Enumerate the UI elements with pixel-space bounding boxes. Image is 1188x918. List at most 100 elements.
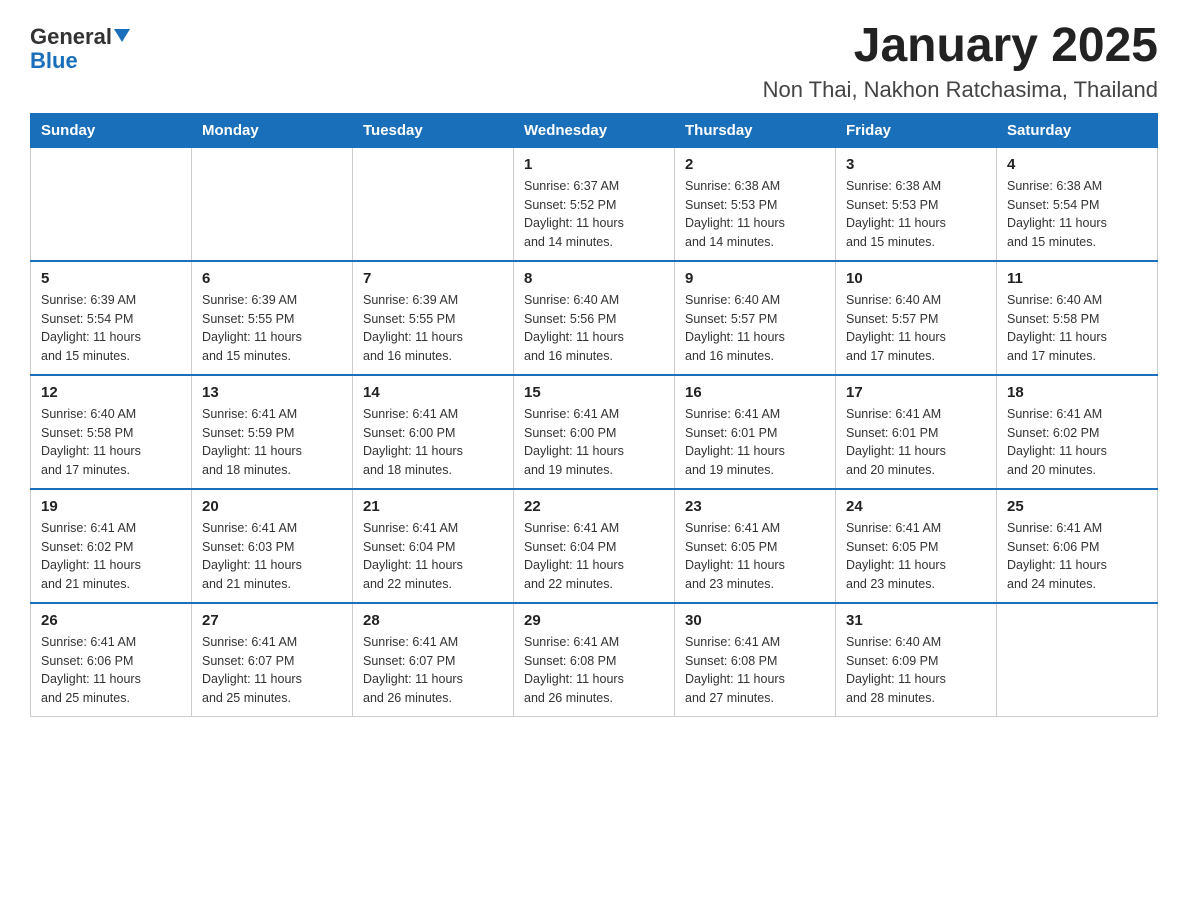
calendar-cell: 28 Sunrise: 6:41 AMSunset: 6:07 PMDayligh… [353,603,514,717]
day-number: 21 [363,498,503,515]
day-number: 14 [363,384,503,401]
calendar-cell: 18 Sunrise: 6:41 AMSunset: 6:02 PMDayligh… [997,375,1158,489]
calendar-cell [997,603,1158,717]
day-info: Sunrise: 6:41 AMSunset: 6:02 PMDaylight:… [1007,405,1147,480]
calendar-header-thursday: Thursday [675,113,836,147]
calendar-cell: 5 Sunrise: 6:39 AMSunset: 5:54 PMDaylight… [31,261,192,375]
page-header: General Blue January 2025 Non Thai, Nakh… [30,20,1158,103]
calendar-cell: 1 Sunrise: 6:37 AMSunset: 5:52 PMDaylight… [514,147,675,261]
day-number: 24 [846,498,986,515]
calendar-cell: 2 Sunrise: 6:38 AMSunset: 5:53 PMDaylight… [675,147,836,261]
day-number: 17 [846,384,986,401]
calendar-cell: 10 Sunrise: 6:40 AMSunset: 5:57 PMDayligh… [836,261,997,375]
calendar-header-sunday: Sunday [31,113,192,147]
day-number: 19 [41,498,181,515]
location-title: Non Thai, Nakhon Ratchasima, Thailand [763,77,1158,103]
calendar-cell: 16 Sunrise: 6:41 AMSunset: 6:01 PMDayligh… [675,375,836,489]
day-number: 25 [1007,498,1147,515]
day-info: Sunrise: 6:41 AMSunset: 6:00 PMDaylight:… [524,405,664,480]
day-info: Sunrise: 6:41 AMSunset: 6:07 PMDaylight:… [202,633,342,708]
day-number: 5 [41,270,181,287]
calendar-week-row: 19Sunrise: 6:41 AMSunset: 6:02 PMDayligh… [31,489,1158,603]
calendar-header-wednesday: Wednesday [514,113,675,147]
logo-general-text: General [30,25,112,49]
day-number: 20 [202,498,342,515]
calendar-cell [31,147,192,261]
calendar-cell: 15Sunrise: 6:41 AMSunset: 6:00 PMDayligh… [514,375,675,489]
day-number: 3 [846,156,986,173]
calendar-cell: 30 Sunrise: 6:41 AMSunset: 6:08 PMDayligh… [675,603,836,717]
day-info: Sunrise: 6:41 AMSunset: 6:05 PMDaylight:… [685,519,825,594]
day-info: Sunrise: 6:40 AMSunset: 6:09 PMDaylight:… [846,633,986,708]
day-number: 8 [524,270,664,287]
calendar-cell: 25Sunrise: 6:41 AMSunset: 6:06 PMDayligh… [997,489,1158,603]
month-title: January 2025 [763,20,1158,73]
day-info: Sunrise: 6:40 AMSunset: 5:56 PMDaylight:… [524,291,664,366]
calendar-table: SundayMondayTuesdayWednesdayThursdayFrid… [30,113,1158,717]
logo: General Blue [30,20,130,73]
day-info: Sunrise: 6:41 AMSunset: 6:08 PMDaylight:… [685,633,825,708]
day-info: Sunrise: 6:41 AMSunset: 6:07 PMDaylight:… [363,633,503,708]
day-number: 16 [685,384,825,401]
day-number: 22 [524,498,664,515]
calendar-cell: 13Sunrise: 6:41 AMSunset: 5:59 PMDayligh… [192,375,353,489]
calendar-week-row: 1 Sunrise: 6:37 AMSunset: 5:52 PMDaylight… [31,147,1158,261]
calendar-cell: 19Sunrise: 6:41 AMSunset: 6:02 PMDayligh… [31,489,192,603]
day-info: Sunrise: 6:38 AMSunset: 5:53 PMDaylight:… [685,177,825,252]
day-number: 30 [685,612,825,629]
calendar-week-row: 26Sunrise: 6:41 AMSunset: 6:06 PMDayligh… [31,603,1158,717]
day-info: Sunrise: 6:41 AMSunset: 6:01 PMDaylight:… [846,405,986,480]
calendar-cell: 23 Sunrise: 6:41 AMSunset: 6:05 PMDayligh… [675,489,836,603]
day-info: Sunrise: 6:40 AMSunset: 5:58 PMDaylight:… [1007,291,1147,366]
day-number: 1 [524,156,664,173]
day-info: Sunrise: 6:38 AMSunset: 5:53 PMDaylight:… [846,177,986,252]
calendar-cell: 17 Sunrise: 6:41 AMSunset: 6:01 PMDayligh… [836,375,997,489]
day-info: Sunrise: 6:41 AMSunset: 6:01 PMDaylight:… [685,405,825,480]
calendar-cell: 6Sunrise: 6:39 AMSunset: 5:55 PMDaylight… [192,261,353,375]
day-number: 27 [202,612,342,629]
calendar-week-row: 5 Sunrise: 6:39 AMSunset: 5:54 PMDaylight… [31,261,1158,375]
day-info: Sunrise: 6:41 AMSunset: 6:04 PMDaylight:… [524,519,664,594]
title-section: January 2025 Non Thai, Nakhon Ratchasima… [763,20,1158,103]
day-number: 23 [685,498,825,515]
calendar-cell: 20Sunrise: 6:41 AMSunset: 6:03 PMDayligh… [192,489,353,603]
day-number: 10 [846,270,986,287]
calendar-week-row: 12Sunrise: 6:40 AMSunset: 5:58 PMDayligh… [31,375,1158,489]
day-number: 18 [1007,384,1147,401]
calendar-cell [192,147,353,261]
day-number: 7 [363,270,503,287]
day-number: 29 [524,612,664,629]
day-info: Sunrise: 6:39 AMSunset: 5:55 PMDaylight:… [363,291,503,366]
calendar-header-monday: Monday [192,113,353,147]
day-number: 28 [363,612,503,629]
calendar-cell: 4Sunrise: 6:38 AMSunset: 5:54 PMDaylight… [997,147,1158,261]
day-number: 11 [1007,270,1147,287]
calendar-cell: 3 Sunrise: 6:38 AMSunset: 5:53 PMDaylight… [836,147,997,261]
day-number: 31 [846,612,986,629]
day-number: 4 [1007,156,1147,173]
day-number: 12 [41,384,181,401]
calendar-cell: 9 Sunrise: 6:40 AMSunset: 5:57 PMDaylight… [675,261,836,375]
calendar-cell: 31 Sunrise: 6:40 AMSunset: 6:09 PMDayligh… [836,603,997,717]
calendar-cell: 7 Sunrise: 6:39 AMSunset: 5:55 PMDaylight… [353,261,514,375]
calendar-cell: 27 Sunrise: 6:41 AMSunset: 6:07 PMDayligh… [192,603,353,717]
calendar-cell: 11 Sunrise: 6:40 AMSunset: 5:58 PMDayligh… [997,261,1158,375]
day-info: Sunrise: 6:41 AMSunset: 5:59 PMDaylight:… [202,405,342,480]
day-info: Sunrise: 6:40 AMSunset: 5:57 PMDaylight:… [685,291,825,366]
day-info: Sunrise: 6:39 AMSunset: 5:55 PMDaylight:… [202,291,342,366]
calendar-header-saturday: Saturday [997,113,1158,147]
calendar-cell: 26Sunrise: 6:41 AMSunset: 6:06 PMDayligh… [31,603,192,717]
calendar-cell [353,147,514,261]
day-info: Sunrise: 6:39 AMSunset: 5:54 PMDaylight:… [41,291,181,366]
day-number: 2 [685,156,825,173]
day-info: Sunrise: 6:37 AMSunset: 5:52 PMDaylight:… [524,177,664,252]
calendar-cell: 14Sunrise: 6:41 AMSunset: 6:00 PMDayligh… [353,375,514,489]
day-number: 9 [685,270,825,287]
calendar-cell: 29Sunrise: 6:41 AMSunset: 6:08 PMDayligh… [514,603,675,717]
day-info: Sunrise: 6:40 AMSunset: 5:57 PMDaylight:… [846,291,986,366]
calendar-cell: 8 Sunrise: 6:40 AMSunset: 5:56 PMDaylight… [514,261,675,375]
calendar-header-row: SundayMondayTuesdayWednesdayThursdayFrid… [31,113,1158,147]
logo-blue-text: Blue [30,49,78,73]
day-number: 26 [41,612,181,629]
calendar-header-friday: Friday [836,113,997,147]
